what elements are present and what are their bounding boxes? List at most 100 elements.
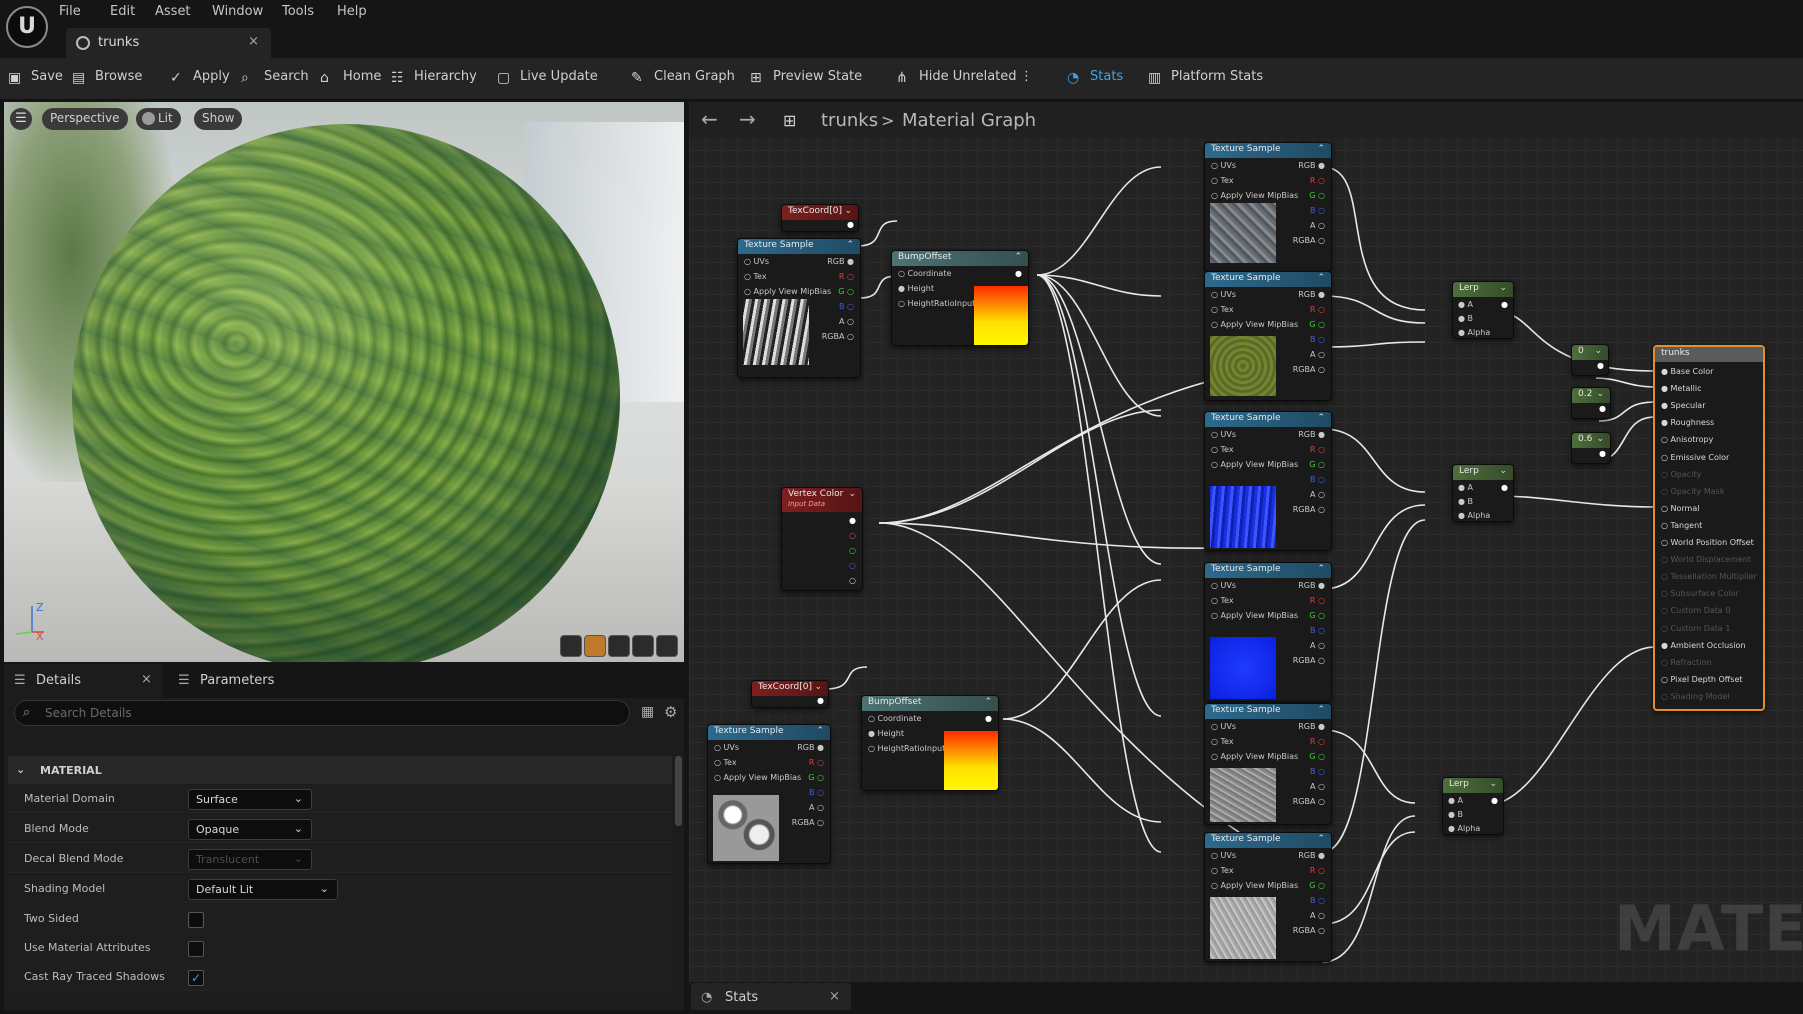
hierarchy-button[interactable]: ☷ Hierarchy [391, 69, 477, 89]
result-pin[interactable]: ○ Normal [1661, 504, 1699, 513]
close-details-button[interactable]: × [141, 672, 152, 687]
shading-model-dropdown[interactable]: Default Lit ⌄ [188, 879, 338, 900]
result-pin[interactable]: ○ Custom Data 1 [1661, 624, 1730, 633]
pin-a[interactable]: ● A [1458, 300, 1473, 309]
home-button[interactable]: ⌂ Home [320, 69, 381, 89]
result-pin[interactable]: ● Metallic [1661, 384, 1701, 393]
pin-a[interactable]: A ○ [1310, 221, 1325, 230]
pin-b[interactable]: B ○ [1310, 767, 1325, 776]
pin-tex[interactable]: ○ Tex [1211, 445, 1234, 454]
result-pin[interactable]: ○ Tessellation Multiplier [1661, 572, 1757, 581]
texture-sample-node[interactable]: Texture Sample ⌃ ○ UVs ○ Tex ○ Apply View… [1204, 142, 1332, 272]
output-pin[interactable]: ● [847, 220, 854, 229]
browse-button[interactable]: ▤ Browse [72, 69, 142, 89]
pin-r[interactable]: R ○ [1310, 445, 1325, 454]
pin-r[interactable]: R ○ [1310, 176, 1325, 185]
output-pin[interactable]: ● [1491, 796, 1498, 805]
pin-uvs[interactable]: ○ UVs [1211, 581, 1236, 590]
pin-b[interactable]: ● B [1458, 314, 1473, 323]
pin-g[interactable]: G ○ [1309, 460, 1325, 469]
pin-b[interactable]: B ○ [1310, 896, 1325, 905]
pin-tex[interactable]: ○ Tex [1211, 176, 1234, 185]
pin-g[interactable]: G ○ [1309, 611, 1325, 620]
pin-coordinate[interactable]: ○ Coordinate [898, 269, 951, 278]
platform-stats-button[interactable]: ▥ Platform Stats [1148, 69, 1263, 89]
pin-g[interactable]: G ○ [1309, 320, 1325, 329]
pin-uvs[interactable]: ○ UVs [1211, 851, 1236, 860]
toolbar-more-button[interactable]: ⋮ [1020, 69, 1033, 89]
custom-mesh-preview-button[interactable] [656, 635, 678, 657]
save-button[interactable]: ▣ Save [8, 69, 63, 89]
pin-alpha[interactable]: ● Alpha [1448, 824, 1480, 833]
pin-rgba[interactable]: RGBA ○ [792, 818, 824, 827]
pin-a[interactable]: A ○ [1310, 350, 1325, 359]
pin-a[interactable]: A ○ [839, 317, 854, 326]
pin-tex[interactable]: ○ Tex [1211, 596, 1234, 605]
pin-g[interactable]: G ○ [1309, 191, 1325, 200]
pin-mip[interactable]: ○ Apply View MipBias [1211, 752, 1298, 761]
result-pin[interactable]: ○ Custom Data 0 [1661, 606, 1730, 615]
result-node-trunks[interactable]: trunks ● Base Color ● Metallic ● Specular ●… [1653, 345, 1765, 711]
output-pin[interactable]: ● [1599, 404, 1606, 413]
pin-a[interactable]: ○ [849, 576, 856, 585]
result-pin[interactable]: ○ Subsurface Color [1661, 589, 1739, 598]
preview-state-button[interactable]: ⊞ Preview State [750, 69, 862, 89]
pin-b[interactable]: B ○ [1310, 206, 1325, 215]
result-pin[interactable]: ○ Shading Model [1661, 692, 1730, 701]
bumpoffset-node[interactable]: BumpOffset ⌃ ○ Coordinate ● Height ○ Heig… [861, 695, 999, 791]
menu-edit[interactable]: Edit [110, 4, 135, 19]
pin-r[interactable]: R ○ [1310, 737, 1325, 746]
live-update-button[interactable]: ▢ Live Update [497, 69, 598, 89]
pin-a[interactable]: A ○ [1310, 911, 1325, 920]
pin-g[interactable]: G ○ [838, 287, 854, 296]
pin-b[interactable]: ○ [849, 561, 856, 570]
pin-ratio[interactable]: ○ HeightRatioInput [898, 299, 975, 308]
result-pin[interactable]: ● Ambient Occlusion [1661, 641, 1746, 650]
material-graph-canvas[interactable]: ← → ⊞ trunks > Material Graph MATERI [689, 102, 1803, 982]
blend-mode-dropdown[interactable]: Opaque ⌄ [188, 819, 312, 840]
pin-mip[interactable]: ○ Apply View MipBias [714, 773, 801, 782]
pin-rgba[interactable]: RGBA ○ [1293, 797, 1325, 806]
material-section-header[interactable]: ⌄ MATERIAL [8, 756, 672, 784]
menu-tools[interactable]: Tools [282, 4, 314, 19]
output-pin[interactable]: ● [1501, 483, 1508, 492]
pin-tex[interactable]: ○ Tex [1211, 866, 1234, 875]
viewport-menu-icon[interactable]: ☰ [10, 108, 32, 130]
pin-g[interactable]: G ○ [808, 773, 824, 782]
parameters-tab[interactable]: ☰ Parameters [170, 664, 330, 698]
hide-unrelated-button[interactable]: ⋔ Hide Unrelated [896, 69, 1017, 89]
pin-rgb[interactable]: RGB ● [1298, 722, 1325, 731]
pin-a[interactable]: A ○ [1310, 490, 1325, 499]
result-pin[interactable]: ○ Opacity Mask [1661, 487, 1724, 496]
vertex-color-node[interactable]: Vertex Color ⌄ Input Data ● ○ ○ ○ ○ [781, 487, 863, 591]
output-pin[interactable]: ● [1599, 449, 1606, 458]
texture-sample-node[interactable]: Texture Sample ⌃ ○ UVs ○ Tex ○ Apply View… [1204, 832, 1332, 962]
pin-mip[interactable]: ○ Apply View MipBias [1211, 191, 1298, 200]
pin-b[interactable]: ● B [1458, 497, 1473, 506]
constant-node[interactable]: 0.2 ⌄ ● [1571, 387, 1611, 419]
search-button[interactable]: ⌕ Search [241, 69, 309, 89]
pin-uvs[interactable]: ○ UVs [714, 743, 739, 752]
menu-window[interactable]: Window [212, 4, 263, 19]
bumpoffset-node[interactable]: BumpOffset ⌃ ○ Coordinate ● Height ○ Heig… [891, 250, 1029, 346]
result-pin[interactable]: ● Base Color [1661, 367, 1713, 376]
plane-preview-button[interactable] [608, 635, 630, 657]
texture-sample-node[interactable]: Texture Sample ⌃ ○ UVs ○ Tex ○ Apply View… [707, 724, 831, 864]
material-domain-dropdown[interactable]: Surface ⌄ [188, 789, 312, 810]
pin-rgb[interactable]: RGB ● [827, 257, 854, 266]
pin-r[interactable]: R ○ [1310, 866, 1325, 875]
pin-b[interactable]: B ○ [1310, 626, 1325, 635]
pin-a[interactable]: ● A [1448, 796, 1463, 805]
pin-uvs[interactable]: ○ UVs [1211, 290, 1236, 299]
pin-rgb[interactable]: RGB ● [1298, 430, 1325, 439]
pin-height[interactable]: ● Height [898, 284, 934, 293]
lit-button[interactable]: Lit [136, 108, 181, 130]
texture-sample-node[interactable]: Texture Sample ⌃ ○ UVs ○ Tex ○ Apply View… [1204, 562, 1332, 702]
texture-sample-node[interactable]: Texture Sample ⌃ ○ UVs ○ Tex ○ Apply View… [1204, 411, 1332, 551]
pin-mip[interactable]: ○ Apply View MipBias [1211, 611, 1298, 620]
pin-uvs[interactable]: ○ UVs [1211, 722, 1236, 731]
menu-help[interactable]: Help [337, 4, 367, 19]
pin-mip[interactable]: ○ Apply View MipBias [1211, 881, 1298, 890]
pin-rgb[interactable]: RGB ● [1298, 290, 1325, 299]
pin-r[interactable]: ○ [849, 531, 856, 540]
